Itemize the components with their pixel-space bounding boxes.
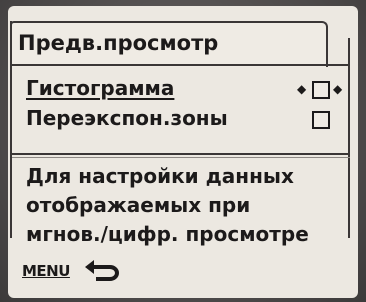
section-divider-shadow	[12, 157, 350, 158]
menu-item-label: Гистограмма	[26, 76, 175, 100]
left-arrow-icon: ◆	[297, 82, 307, 96]
right-arrow-icon: ◆	[333, 82, 343, 96]
help-line-2: отображаемых при	[26, 193, 251, 217]
panel-border-left	[10, 21, 12, 238]
section-divider	[12, 153, 350, 155]
menu-item-label: Переэкспон.зоны	[26, 106, 228, 130]
back-arrow-icon[interactable]	[84, 258, 122, 282]
help-line-1: Для настройки данных	[26, 164, 294, 188]
menu-title: Предв.просмотр	[18, 31, 219, 55]
help-line-3: мгнов./цифр. просмотре	[26, 222, 309, 246]
menu-item-overexposure[interactable]: Переэкспон.зоны	[20, 104, 340, 134]
menu-item-histogram[interactable]: Гистограмма ◆ ◆	[20, 74, 343, 104]
histogram-checkbox[interactable]	[312, 81, 330, 99]
panel-border-top	[12, 64, 350, 66]
panel-border-right	[348, 38, 350, 238]
overexposure-checkbox[interactable]	[312, 111, 330, 129]
help-description: Для настройки данных отображаемых при мг…	[26, 162, 346, 249]
menu-button-label[interactable]: MENU	[22, 262, 70, 280]
